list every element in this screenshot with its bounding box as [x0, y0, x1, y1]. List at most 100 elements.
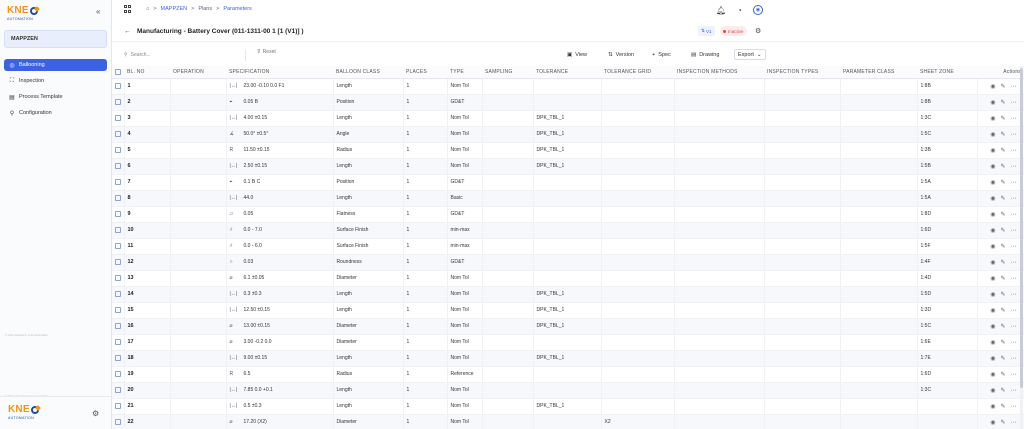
row-checkbox-cell[interactable]: [112, 222, 125, 238]
home-icon[interactable]: ⌂: [146, 6, 149, 12]
checkbox-icon[interactable]: [115, 242, 121, 249]
more-options-icon[interactable]: ⋯: [1011, 323, 1017, 330]
back-arrow-icon[interactable]: ←: [124, 28, 131, 35]
row-checkbox-cell[interactable]: [112, 142, 125, 158]
checkbox-icon[interactable]: [115, 130, 121, 137]
checkbox-icon[interactable]: [115, 68, 121, 75]
checkbox-icon[interactable]: [115, 210, 121, 217]
view-eye-icon[interactable]: ◉: [990, 387, 995, 394]
edit-icon[interactable]: ✎: [1000, 211, 1005, 218]
view-eye-icon[interactable]: ◉: [990, 99, 995, 106]
checkbox-icon[interactable]: [115, 306, 121, 313]
user-avatar[interactable]: ◉: [753, 5, 763, 15]
checkbox-icon[interactable]: [115, 354, 121, 361]
view-button[interactable]: ▣ View: [564, 49, 590, 60]
table-row[interactable]: 10 √ 0.0 - 7.0 Surface Finish 1 min-max 1:6D ◉ ✎…: [112, 222, 1024, 238]
row-checkbox-cell[interactable]: [112, 238, 125, 254]
row-checkbox-cell[interactable]: [112, 206, 125, 222]
view-eye-icon[interactable]: ◉: [990, 275, 995, 282]
edit-icon[interactable]: ✎: [1000, 355, 1005, 362]
edit-icon[interactable]: ✎: [1000, 83, 1005, 90]
row-checkbox-cell[interactable]: [112, 158, 125, 174]
edit-icon[interactable]: ✎: [1000, 275, 1005, 282]
checkbox-icon[interactable]: [115, 98, 121, 105]
row-checkbox-cell[interactable]: [112, 94, 125, 110]
view-eye-icon[interactable]: ◉: [990, 259, 995, 266]
column-header[interactable]: TOLERANCE: [533, 66, 601, 79]
column-header[interactable]: PLACES: [403, 66, 447, 79]
table-row[interactable]: 8 |↔| 44.0 Length 1 Basic 1:5A ◉ ✎ ⋯: [112, 190, 1024, 206]
column-header[interactable]: TYPE: [447, 66, 482, 79]
edit-icon[interactable]: ✎: [1000, 115, 1005, 122]
checkbox-icon[interactable]: [115, 370, 121, 377]
row-checkbox-cell[interactable]: [112, 254, 125, 270]
row-checkbox-cell[interactable]: [112, 110, 125, 126]
table-row[interactable]: 7 ⌖ 0.1 B C Position 1 GD&T 1:5A ◉ ✎ ⋯: [112, 174, 1024, 190]
checkbox-icon[interactable]: [115, 290, 121, 297]
row-checkbox-cell[interactable]: [112, 334, 125, 350]
table-row[interactable]: 17 ⌀ 3.00 -0.2 0.0 Diameter 1 Nom Tol 1:6E ◉ ✎ ⋯: [112, 334, 1024, 350]
sidebar-item-process-template[interactable]: ▤ Process Template: [4, 91, 107, 103]
more-options-icon[interactable]: ⋯: [1011, 195, 1017, 202]
row-checkbox-cell[interactable]: [112, 318, 125, 334]
column-header[interactable]: INSPECTION METHODS: [674, 66, 764, 79]
table-row[interactable]: 11 √ 0.0 - 6.0 Surface Finish 1 min-max 1:5F ◉ ✎…: [112, 238, 1024, 254]
reset-button[interactable]: ⊽ Reset: [257, 49, 276, 55]
table-row[interactable]: 21 |↔| 0.5 ±0.3 Length 1 Nom Tol DPK_TBL_1 ◉ ✎ ⋯: [112, 398, 1024, 414]
more-options-icon[interactable]: ⋯: [1011, 275, 1017, 282]
row-checkbox-cell[interactable]: [112, 190, 125, 206]
edit-icon[interactable]: ✎: [1000, 147, 1005, 154]
row-checkbox-cell[interactable]: [112, 270, 125, 286]
view-eye-icon[interactable]: ◉: [990, 323, 995, 330]
row-checkbox-cell[interactable]: [112, 286, 125, 302]
more-options-icon[interactable]: ⋯: [1011, 227, 1017, 234]
more-options-icon[interactable]: ⋯: [1011, 147, 1017, 154]
view-eye-icon[interactable]: ◉: [990, 147, 995, 154]
row-checkbox-cell[interactable]: [112, 366, 125, 382]
more-options-icon[interactable]: ⋯: [1011, 179, 1017, 186]
edit-icon[interactable]: ✎: [1000, 99, 1005, 106]
checkbox-icon[interactable]: [115, 114, 121, 121]
app-grid-icon[interactable]: [124, 5, 132, 13]
table-row[interactable]: 15 |↔| 12.50 ±0.15 Length 1 Nom Tol DPK_TBL_1 1…: [112, 302, 1024, 318]
table-row[interactable]: 5 R 11.50 ±0.15 Radius 1 Nom Tol DPK_TBL_1 1:3B…: [112, 142, 1024, 158]
column-header[interactable]: INSPECTION TYPES: [764, 66, 840, 79]
workspace-selector[interactable]: MAPPZEN: [4, 30, 107, 48]
checkbox-icon[interactable]: [115, 338, 121, 345]
row-checkbox-cell[interactable]: [112, 78, 125, 94]
edit-icon[interactable]: ✎: [1000, 195, 1005, 202]
checkbox-icon[interactable]: [115, 146, 121, 153]
collapse-sidebar-button[interactable]: «: [96, 7, 100, 16]
edit-icon[interactable]: ✎: [1000, 371, 1005, 378]
table-row[interactable]: 18 |↔| 9.00 ±0.15 Length 1 Nom Tol DPK_TBL_1 1:…: [112, 350, 1024, 366]
table-row[interactable]: 1 |↔| 23.00 -0.10 0.0 F1 Length 1 Nom Tol 1:8B…: [112, 78, 1024, 94]
checkbox-icon[interactable]: [115, 274, 121, 281]
table-row[interactable]: 6 |↔| 2.50 ±0.15 Length 1 Nom Tol DPK_TBL_1 1:5…: [112, 158, 1024, 174]
column-header[interactable]: SPECIFICATION: [226, 66, 333, 79]
more-options-icon[interactable]: ⋯: [1011, 115, 1017, 122]
version-button[interactable]: ⇅ Version: [605, 49, 637, 60]
select-all-checkbox[interactable]: [112, 66, 124, 79]
edit-icon[interactable]: ✎: [1000, 403, 1005, 410]
more-options-icon[interactable]: ⋯: [1011, 339, 1017, 346]
more-options-icon[interactable]: ⋯: [1011, 99, 1017, 106]
checkbox-icon[interactable]: [115, 226, 121, 233]
column-header[interactable]: SHEET ZONE: [917, 66, 977, 79]
more-options-icon[interactable]: ⋯: [1011, 291, 1017, 298]
settings-gear-icon[interactable]: ⚙: [92, 409, 99, 418]
more-options-icon[interactable]: ⋯: [1011, 259, 1017, 266]
row-checkbox-cell[interactable]: [112, 302, 125, 318]
more-options-icon[interactable]: ⋯: [1011, 163, 1017, 170]
view-eye-icon[interactable]: ◉: [990, 115, 995, 122]
checkbox-icon[interactable]: [115, 178, 121, 185]
table-row[interactable]: 12 ○ 0.03 Roundness 1 GD&T 1:4F ◉ ✎ ⋯: [112, 254, 1024, 270]
view-eye-icon[interactable]: ◉: [990, 291, 995, 298]
view-eye-icon[interactable]: ◉: [990, 163, 995, 170]
table-row[interactable]: 4 ∡ 50.0° ±0.5° Angle 1 Nom Tol DPK_TBL_1 1:5C ◉…: [112, 126, 1024, 142]
more-options-icon[interactable]: ⋯: [1011, 387, 1017, 394]
view-eye-icon[interactable]: ◉: [990, 227, 995, 234]
more-options-icon[interactable]: ⋯: [1011, 371, 1017, 378]
palette-icon[interactable]: ◔: [737, 6, 742, 15]
column-header[interactable]: BL. NO: [124, 66, 170, 79]
column-header[interactable]: OPERATION: [170, 66, 226, 79]
